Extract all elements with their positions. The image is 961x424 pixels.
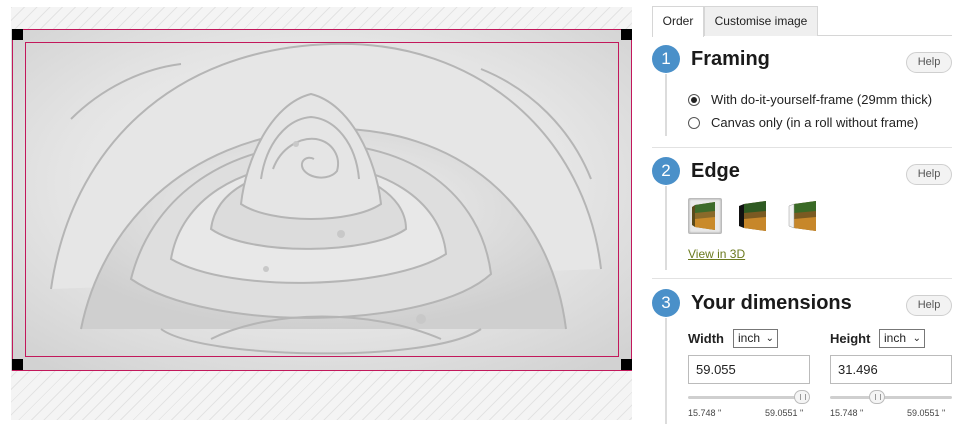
- section-connector: [665, 186, 667, 270]
- width-slider-handle[interactable]: [794, 390, 810, 404]
- image-preview[interactable]: [11, 7, 632, 420]
- width-slider-track[interactable]: [688, 396, 810, 399]
- edge-option-mirror[interactable]: [786, 198, 820, 234]
- framing-option-label: With do-it-yourself-frame (29mm thick): [711, 92, 933, 107]
- dimensions-title: Your dimensions: [691, 292, 852, 314]
- chevron-down-icon: ⌄: [912, 333, 921, 344]
- view-in-3d-link[interactable]: View in 3D: [688, 247, 745, 261]
- edge-help-button[interactable]: Help: [906, 164, 952, 185]
- radio-checked-icon[interactable]: [688, 94, 700, 106]
- width-min-label: 15.748 ": [688, 408, 722, 418]
- tab-bar: Order Customise image: [652, 6, 952, 37]
- chevron-down-icon: ⌄: [765, 333, 774, 344]
- framing-help-button[interactable]: Help: [906, 52, 952, 73]
- width-input[interactable]: 59.055: [688, 355, 810, 384]
- height-input[interactable]: 31.496: [830, 355, 952, 384]
- section-connector: [665, 318, 667, 424]
- crop-area-frame[interactable]: [25, 42, 619, 357]
- edge-option-wrap[interactable]: [688, 198, 722, 234]
- resize-handle-bottom-left[interactable]: [12, 359, 23, 370]
- height-slider-track[interactable]: [830, 396, 952, 399]
- section-divider: [652, 278, 952, 279]
- edge-title: Edge: [691, 160, 740, 182]
- resize-handle-top-left[interactable]: [12, 29, 23, 40]
- framing-option-label: Canvas only (in a roll without frame): [711, 115, 919, 130]
- height-unit-value: inch: [884, 331, 907, 345]
- framing-title: Framing: [691, 48, 770, 70]
- radio-unchecked-icon[interactable]: [688, 117, 700, 129]
- order-panel: Order Customise image 1 Framing Help Wit…: [652, 0, 961, 424]
- dimensions-help-button[interactable]: Help: [906, 295, 952, 316]
- tab-order[interactable]: Order: [652, 6, 704, 37]
- resize-handle-bottom-right[interactable]: [621, 359, 632, 370]
- height-max-label: 59.0551 ": [907, 408, 946, 418]
- tab-customise-image[interactable]: Customise image: [704, 6, 818, 36]
- height-label: Height: [830, 331, 871, 346]
- width-max-label: 59.0551 ": [765, 408, 804, 418]
- edge-wrap-icon: [692, 202, 715, 230]
- edge-mirror-icon: [788, 201, 816, 231]
- edge-dark-icon: [739, 201, 766, 231]
- resize-handle-top-right[interactable]: [621, 29, 632, 40]
- edge-option-dark[interactable]: [736, 198, 770, 234]
- section-connector: [665, 74, 667, 136]
- height-slider-handle[interactable]: [869, 390, 885, 404]
- section-divider: [652, 147, 952, 148]
- step-number-3: 3: [652, 289, 680, 317]
- height-unit-select[interactable]: inch ⌄: [879, 329, 925, 348]
- step-number-2: 2: [652, 157, 680, 185]
- height-min-label: 15.748 ": [830, 408, 864, 418]
- step-number-1: 1: [652, 45, 680, 73]
- width-label: Width: [688, 331, 724, 346]
- width-unit-value: inch: [738, 331, 761, 345]
- width-unit-select[interactable]: inch ⌄: [733, 329, 778, 348]
